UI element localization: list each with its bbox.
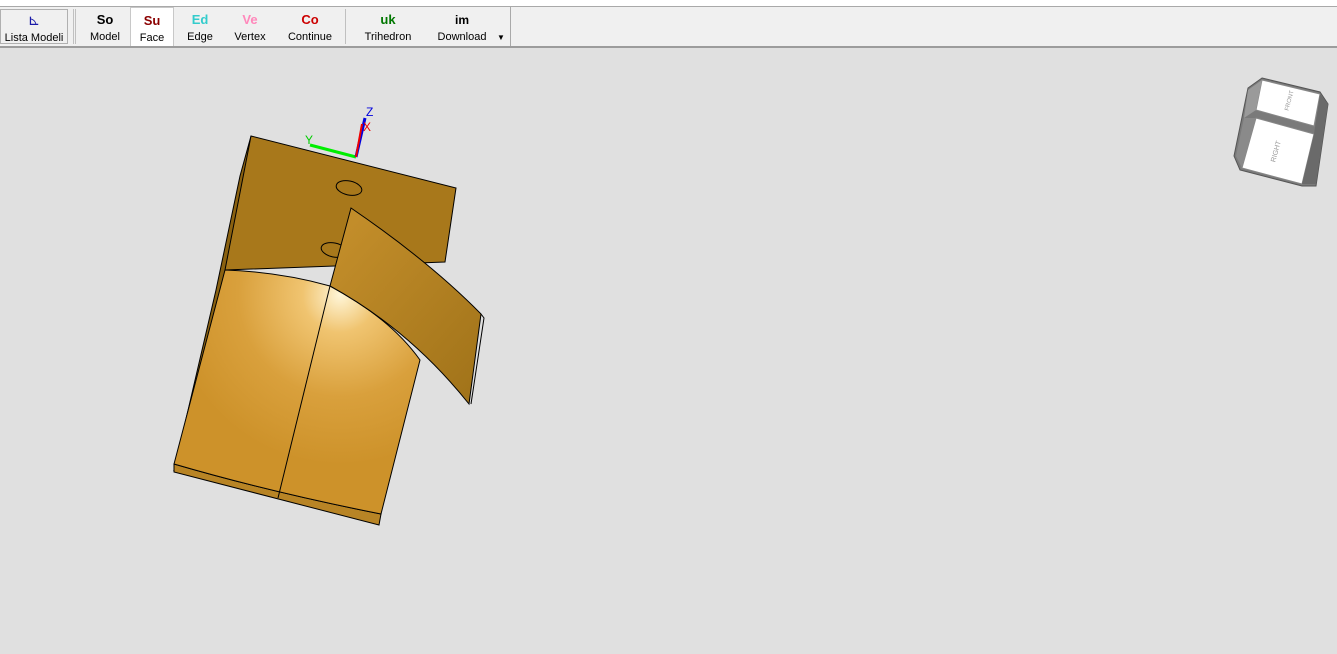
view-cube[interactable]: FRONT RIGHT (1233, 77, 1329, 187)
download-label: Download (437, 31, 487, 43)
trihedron-icon: uk (380, 12, 396, 27)
download-button[interactable]: im Download (428, 7, 496, 46)
toolbar-separator (345, 9, 346, 44)
z-axis-label: Z (366, 105, 373, 119)
edge-label: Edge (187, 31, 213, 43)
dropdown-arrow-icon[interactable]: ▼ (497, 33, 505, 42)
edge-button[interactable]: Ed Edge (178, 7, 222, 46)
vertex-button[interactable]: Ve Vertex (226, 7, 274, 46)
edge-icon: Ed (191, 12, 209, 27)
model-button[interactable]: So Model (84, 7, 126, 46)
scene-svg: Y Z X FRONT RIGHT (173, 77, 1329, 526)
y-axis-label: Y (305, 133, 313, 147)
continue-button[interactable]: Co Continue (280, 7, 340, 46)
face-label: Face (139, 32, 165, 44)
3d-model[interactable] (173, 135, 485, 526)
lista-modeli-label: Lista Modeli (4, 32, 64, 44)
toolbar-separator (75, 9, 76, 44)
vertex-label: Vertex (234, 31, 266, 43)
x-axis-label: X (363, 120, 371, 134)
continue-label: Continue (287, 31, 333, 43)
toolbar-end-border (510, 7, 511, 46)
lista-modeli-button[interactable]: ⊾ Lista Modeli (0, 9, 68, 44)
solid-icon: So (96, 12, 114, 27)
3d-viewport[interactable]: Y Z X FRONT RIGHT (0, 48, 1337, 649)
toolbar-separator (73, 9, 74, 44)
image-download-icon: im (454, 13, 469, 27)
model-list-icon: ⊾ (27, 12, 41, 29)
continue-icon: Co (301, 12, 319, 27)
surface-icon: Su (143, 13, 161, 28)
face-button[interactable]: Su Face (130, 7, 174, 46)
trihedron-button[interactable]: uk Trihedron (356, 7, 420, 46)
axis-trihedron: Y Z X (305, 105, 373, 159)
trihedron-label: Trihedron (364, 31, 412, 43)
vertex-icon: Ve (242, 12, 258, 27)
window-top-strip (0, 0, 1337, 7)
model-label: Model (90, 31, 120, 43)
toolbar: ⊾ Lista Modeli So Model Su Face Ed Edge … (0, 7, 1337, 48)
